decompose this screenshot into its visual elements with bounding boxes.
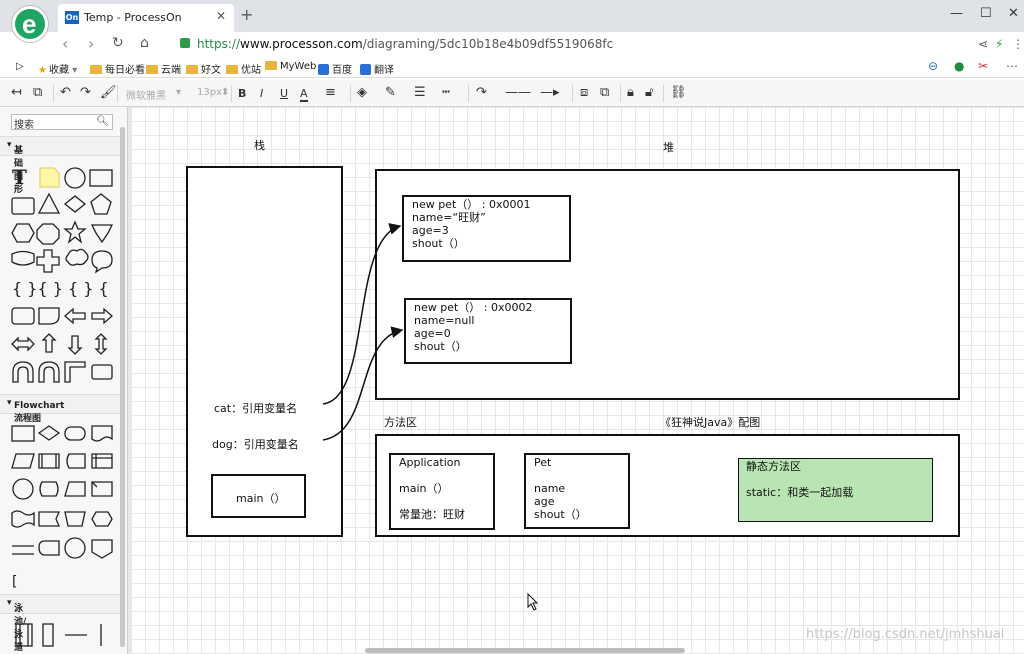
- reference-connectors: [322, 223, 539, 611]
- watermark: https://blog.csdn.net/jmhshual: [806, 627, 1005, 642]
- canvas-horizontal-scrollbar[interactable]: [365, 648, 685, 653]
- browser-logo-icon: e: [12, 6, 48, 42]
- mouse-cursor-icon: [527, 592, 539, 611]
- cat-to-pet1-arrow[interactable]: [322, 223, 402, 405]
- dog-to-pet2-arrow[interactable]: [322, 326, 404, 441]
